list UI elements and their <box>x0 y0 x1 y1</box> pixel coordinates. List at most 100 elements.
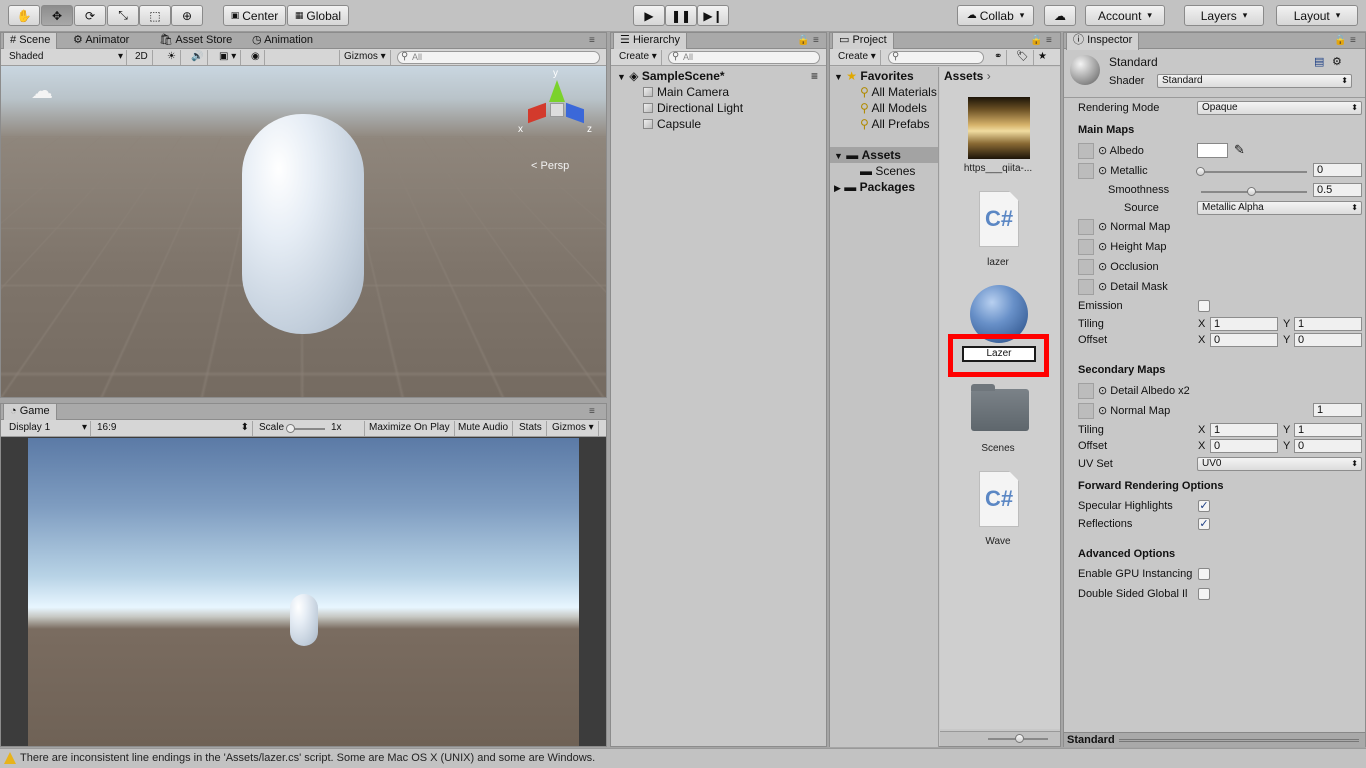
favorite-all-prefabs[interactable]: ⚲ All Prefabs <box>860 116 930 132</box>
tab-inspector[interactable]: ⓘ Inspector <box>1066 33 1140 50</box>
x-axis-cone[interactable] <box>528 102 546 124</box>
detail-albedo-slot[interactable] <box>1078 383 1094 399</box>
draw-mode-dropdown[interactable]: Shaded ▾ <box>5 50 127 65</box>
project-lock-icon[interactable]: 🔒 <box>1030 35 1042 46</box>
stats-toggle[interactable]: Stats <box>515 421 547 436</box>
favorites-row[interactable]: ▼ ★ Favorites <box>834 68 914 84</box>
tab-scene[interactable]: # Scene <box>3 33 58 50</box>
expand-arrow-icon[interactable]: ▼ <box>834 151 843 161</box>
secondary-offset-x-field[interactable]: 0 <box>1210 439 1278 453</box>
smoothness-value-field[interactable]: 0.5 <box>1313 183 1362 197</box>
target-icon[interactable]: ⊙ <box>1098 165 1107 177</box>
tab-asset-store[interactable]: 🛍 Asset Store <box>153 33 238 49</box>
thumbnail-size-slider[interactable] <box>1015 734 1024 743</box>
tiling-x-field[interactable]: 1 <box>1210 317 1278 331</box>
expand-arrow-icon[interactable]: ▼ <box>617 72 626 82</box>
hand-tool-button[interactable]: ✋ <box>8 5 40 26</box>
asset-texture-thumbnail[interactable] <box>968 97 1030 159</box>
game-panel-menu-icon[interactable]: ≡ <box>589 406 595 417</box>
y-axis-cone[interactable] <box>549 80 565 102</box>
target-icon[interactable]: ⊙ <box>1098 241 1107 253</box>
asset-rename-input[interactable]: Lazer <box>962 346 1036 362</box>
source-dropdown[interactable]: Metallic Alpha <box>1197 201 1362 215</box>
transform-tool-button[interactable]: ⊕ <box>171 5 203 26</box>
albedo-color-swatch[interactable] <box>1197 143 1228 158</box>
audio-toggle[interactable]: 🔊 <box>187 50 209 65</box>
scene-viewport[interactable]: ☁ x y z < Persp <box>1 66 606 397</box>
hierarchy-create-dropdown[interactable]: Create ▾ <box>615 50 662 65</box>
2d-toggle[interactable]: 2D <box>131 50 153 65</box>
scenes-folder-row[interactable]: ▬ Scenes <box>860 163 915 179</box>
eyedropper-icon[interactable]: ✎ <box>1234 142 1245 158</box>
detail-mask-slot[interactable] <box>1078 279 1094 295</box>
layers-dropdown[interactable]: Layers <box>1184 5 1264 26</box>
shader-dropdown[interactable]: Standard <box>1157 74 1352 88</box>
collapse-arrow-icon[interactable]: ▶ <box>834 183 841 193</box>
game-viewport[interactable] <box>28 438 579 746</box>
display-dropdown[interactable]: Display 1 ▾ <box>5 421 91 436</box>
height-map-slot[interactable] <box>1078 239 1094 255</box>
play-button[interactable]: ▶ <box>633 5 665 26</box>
offset-y-field[interactable]: 0 <box>1294 333 1362 347</box>
lighting-toggle[interactable]: ☀ <box>163 50 181 65</box>
collab-dropdown[interactable]: ☁ Collab <box>957 5 1034 26</box>
preview-drag-handle[interactable] <box>1119 739 1359 742</box>
cloud-services-button[interactable]: ☁ <box>1044 5 1076 26</box>
pivot-center-button[interactable]: ▣ Center <box>223 5 286 26</box>
aspect-dropdown[interactable]: 16:9 ⬍ <box>93 421 253 436</box>
normal-map-slot[interactable] <box>1078 219 1094 235</box>
occlusion-slot[interactable] <box>1078 259 1094 275</box>
metallic-slider[interactable] <box>1196 167 1205 176</box>
project-menu-icon[interactable]: ≡ <box>1046 35 1052 46</box>
game-gizmos-dropdown[interactable]: Gizmos ▾ <box>548 421 599 436</box>
target-icon[interactable]: ⊙ <box>1098 405 1107 417</box>
book-help-icon[interactable]: ▤ <box>1314 55 1324 68</box>
layout-dropdown[interactable]: Layout <box>1276 5 1358 26</box>
project-search-input[interactable] <box>888 51 984 64</box>
target-icon[interactable]: ⊙ <box>1098 261 1107 273</box>
global-space-button[interactable]: ▦ Global <box>287 5 349 26</box>
target-icon[interactable]: ⊙ <box>1098 221 1107 233</box>
secondary-offset-y-field[interactable]: 0 <box>1294 439 1362 453</box>
hierarchy-item-directional-light[interactable]: Directional Light <box>643 100 743 116</box>
scene-search-input[interactable]: All <box>397 51 600 64</box>
mute-audio-toggle[interactable]: Mute Audio <box>454 421 514 436</box>
secondary-tiling-y-field[interactable]: 1 <box>1294 423 1362 437</box>
gizmo-center[interactable] <box>550 103 564 117</box>
tiling-y-field[interactable]: 1 <box>1294 317 1362 331</box>
scene-visibility-toggle[interactable]: ◉ <box>247 50 265 65</box>
project-create-dropdown[interactable]: Create ▾ <box>834 50 881 65</box>
scale-slider-knob[interactable] <box>286 424 295 433</box>
rotate-tool-button[interactable]: ⟳ <box>74 5 106 26</box>
target-icon[interactable]: ⊙ <box>1098 145 1107 157</box>
assets-folder-row[interactable]: ▼ ▬ Assets <box>830 147 938 163</box>
tab-animation[interactable]: ◷ Animation <box>246 33 319 49</box>
step-button[interactable]: ▶❙ <box>697 5 729 26</box>
maximize-on-play-toggle[interactable]: Maximize On Play <box>365 421 455 436</box>
panel-menu-icon[interactable]: ≡ <box>589 35 595 46</box>
orientation-gizmo[interactable]: x y z <box>516 68 596 144</box>
secondary-normal-map-slot[interactable] <box>1078 403 1094 419</box>
scale-slider[interactable]: Scale 1x <box>255 421 365 436</box>
inspector-menu-icon[interactable]: ≡ <box>1350 35 1356 46</box>
metallic-texture-slot[interactable] <box>1078 163 1094 179</box>
favorites-star-button[interactable]: ★ <box>1034 50 1051 65</box>
scenes-folder-icon[interactable] <box>971 384 1029 431</box>
hierarchy-item-main-camera[interactable]: Main Camera <box>643 84 729 100</box>
effects-dropdown[interactable]: ▣ ▾ <box>215 50 242 65</box>
settings-gear-icon[interactable]: ⚙ <box>1332 55 1342 68</box>
albedo-texture-slot[interactable] <box>1078 143 1094 159</box>
uv-set-dropdown[interactable]: UV0 <box>1197 457 1362 471</box>
reflections-checkbox[interactable]: ✓ <box>1198 518 1210 530</box>
gizmos-dropdown[interactable]: Gizmos ▾ <box>339 50 391 65</box>
gpu-instancing-checkbox[interactable] <box>1198 568 1210 580</box>
specular-highlights-checkbox[interactable]: ✓ <box>1198 500 1210 512</box>
hierarchy-search-input[interactable]: All <box>668 51 820 64</box>
favorite-all-materials[interactable]: ⚲ All Materials <box>860 84 937 100</box>
account-dropdown[interactable]: Account <box>1085 5 1165 26</box>
tab-game[interactable]: ◔ Game <box>3 404 57 421</box>
persp-label[interactable]: < Persp <box>531 160 569 172</box>
scene-root-row[interactable]: ▼ ◈ SampleScene* ≡ <box>617 68 822 84</box>
tab-hierarchy[interactable]: ☰ Hierarchy <box>613 33 688 50</box>
emission-checkbox[interactable] <box>1198 300 1210 312</box>
